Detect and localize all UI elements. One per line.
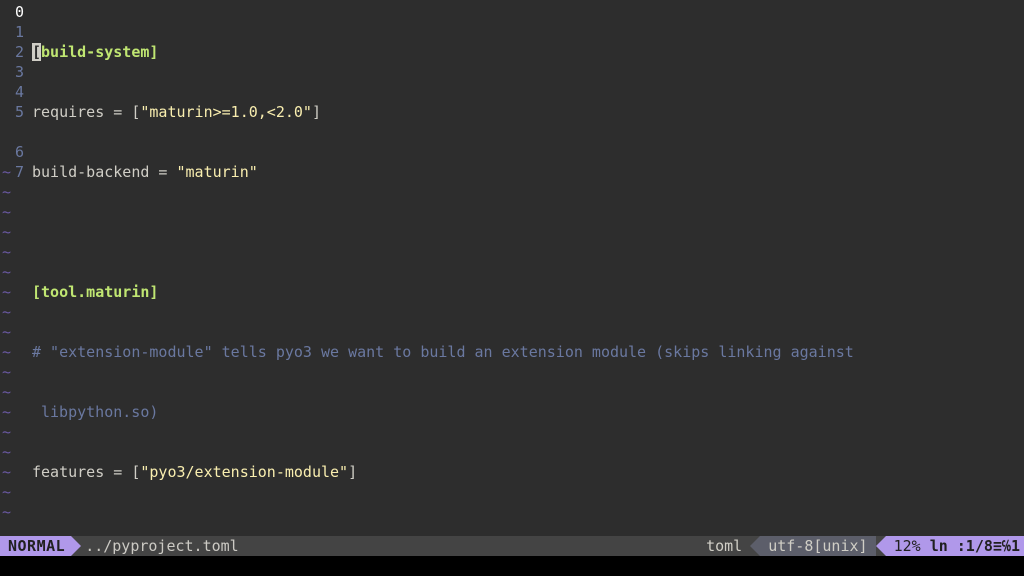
code-line-wrap: libpython.so) xyxy=(32,402,1024,422)
tilde-icon: ~ xyxy=(2,262,32,282)
tilde-icon: ~ xyxy=(2,322,32,342)
separator-icon xyxy=(750,536,760,556)
line-number xyxy=(0,122,24,142)
separator-icon xyxy=(71,536,81,556)
tilde-icon: ~ xyxy=(2,302,32,322)
tilde-icon: ~ xyxy=(2,282,32,302)
tilde-icon: ~ xyxy=(2,222,32,242)
tilde-icon: ~ xyxy=(2,242,32,262)
tilde-icon: ~ xyxy=(2,482,32,502)
line-number: 4 xyxy=(0,82,24,102)
code-line xyxy=(32,522,1024,536)
code-line: [tool.maturin] xyxy=(32,282,1024,302)
line-number: 2 xyxy=(0,42,24,62)
separator-icon xyxy=(876,536,886,556)
empty-line-markers: ~ ~ ~ ~ ~ ~ ~ ~ ~ ~ ~ ~ ~ ~ ~ ~ ~ ~ xyxy=(0,162,32,522)
code-line: requires = ["maturin>=1.0,<2.0"] xyxy=(32,102,1024,122)
code-line xyxy=(32,222,1024,242)
tilde-icon: ~ xyxy=(2,502,32,522)
line-number: 3 xyxy=(0,62,24,82)
tilde-icon: ~ xyxy=(2,462,32,482)
tilde-icon: ~ xyxy=(2,362,32,382)
code-line: # "extension-module" tells pyo3 we want … xyxy=(32,342,1024,362)
editor-area[interactable]: 0 1 2 3 4 5 6 7 [build-system] requires … xyxy=(0,0,1024,536)
code-line: build-backend = "maturin" xyxy=(32,162,1024,182)
tilde-icon: ~ xyxy=(2,162,32,182)
tilde-icon: ~ xyxy=(2,182,32,202)
tilde-icon: ~ xyxy=(2,382,32,402)
file-path: ../pyproject.toml xyxy=(81,536,239,556)
tilde-icon: ~ xyxy=(2,442,32,462)
line-number: 0 xyxy=(0,2,24,22)
cursor-position: 12% ln :1/8≡℅1 xyxy=(886,536,1024,556)
command-line[interactable] xyxy=(0,556,1024,576)
line-number: 6 xyxy=(0,142,24,162)
code-line: features = ["pyo3/extension-module"] xyxy=(32,462,1024,482)
line-number: 5 xyxy=(0,102,24,122)
file-type: toml xyxy=(706,536,750,556)
code-line: [build-system] xyxy=(32,42,1024,62)
line-number: 1 xyxy=(0,22,24,42)
vim-mode-indicator: NORMAL xyxy=(0,536,71,556)
tilde-icon: ~ xyxy=(2,342,32,362)
tilde-icon: ~ xyxy=(2,422,32,442)
tilde-icon: ~ xyxy=(2,202,32,222)
file-encoding: utf-8[unix] xyxy=(760,536,875,556)
cursor: [ xyxy=(32,43,41,61)
code-content[interactable]: [build-system] requires = ["maturin>=1.0… xyxy=(32,2,1024,536)
status-bar: NORMAL ../pyproject.toml toml utf-8[unix… xyxy=(0,536,1024,556)
tilde-icon: ~ xyxy=(2,402,32,422)
